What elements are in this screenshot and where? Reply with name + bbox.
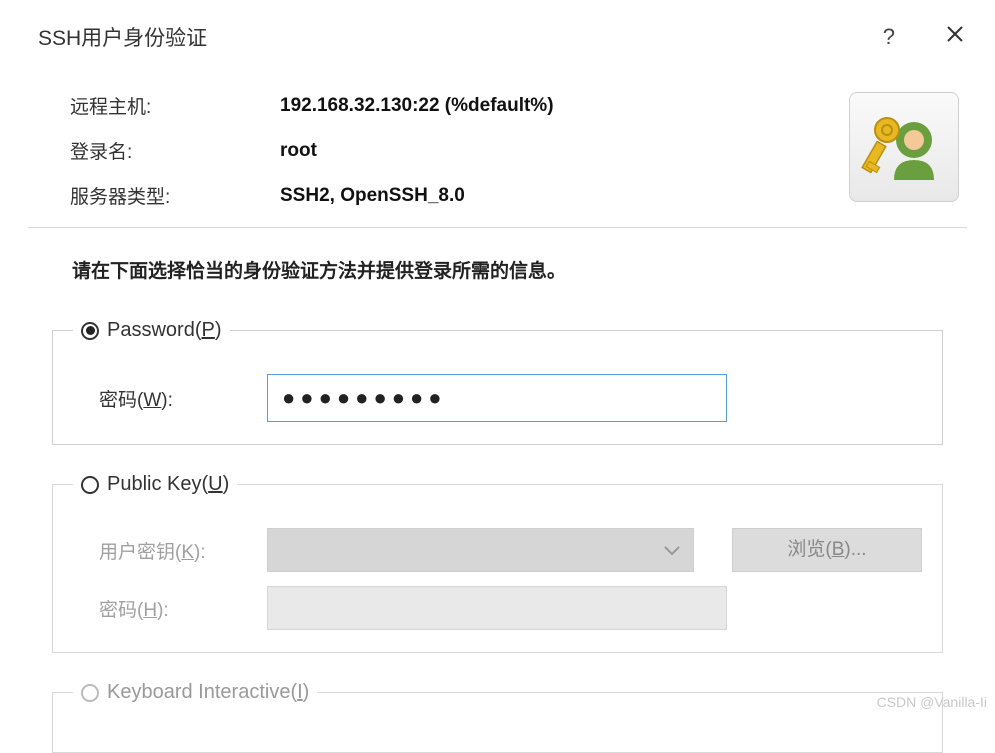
password-input[interactable] [267,374,727,422]
keyboard-method-group: Keyboard Interactive(I) [52,681,943,753]
help-button[interactable]: ? [883,24,895,50]
password-method-group: Password(P) 密码(W): [52,319,943,445]
userkey-select [267,528,694,572]
watermark: CSDN @Vanilla-Ii [877,694,987,710]
remote-host-label: 远程主机: [70,92,280,119]
userkey-label: 用户密钥(K): [99,537,249,564]
remote-host-value: 192.168.32.130:22 (%default%) [280,95,849,117]
publickey-password-row: 密码(H): [99,586,922,630]
password-radio[interactable] [81,322,99,340]
titlebar-controls: ? [883,24,965,50]
password-radio-legend[interactable]: Password(P) [73,319,230,342]
close-icon [945,24,965,44]
publickey-radio-legend[interactable]: Public Key(U) [73,473,237,496]
window-title: SSH用户身份验证 [38,22,883,52]
password-row: 密码(W): [99,374,922,422]
userkey-row: 用户密钥(K): 浏览(B)... [99,528,922,572]
login-value: root [280,140,849,162]
header-section: 远程主机: 192.168.32.130:22 (%default%) 登录名:… [0,62,995,227]
instruction-text: 请在下面选择恰当的身份验证方法并提供登录所需的信息。 [28,228,967,319]
server-type-label: 服务器类型: [70,182,280,209]
content-area: 请在下面选择恰当的身份验证方法并提供登录所需的信息。 Password(P) 密… [28,227,967,753]
titlebar: SSH用户身份验证 ? [0,0,995,62]
keyboard-radio-legend[interactable]: Keyboard Interactive(I) [73,681,317,704]
close-button[interactable] [945,24,965,50]
ssh-auth-icon [849,92,959,202]
connection-info: 远程主机: 192.168.32.130:22 (%default%) 登录名:… [70,92,849,209]
publickey-password-input [267,586,727,630]
server-type-value: SSH2, OpenSSH_8.0 [280,185,849,207]
publickey-radio[interactable] [81,476,99,494]
login-label: 登录名: [70,137,280,164]
publickey-password-label: 密码(H): [99,595,249,622]
publickey-legend-label: Public Key(U) [107,473,229,496]
chevron-down-icon [663,544,681,556]
password-label: 密码(W): [99,385,249,412]
keyboard-legend-label: Keyboard Interactive(I) [107,681,309,704]
key-user-icon [859,102,949,192]
publickey-method-group: Public Key(U) 用户密钥(K): 浏览(B)... 密码(H): [52,473,943,653]
browse-button: 浏览(B)... [732,528,922,572]
password-legend-label: Password(P) [107,319,222,342]
keyboard-radio[interactable] [81,684,99,702]
